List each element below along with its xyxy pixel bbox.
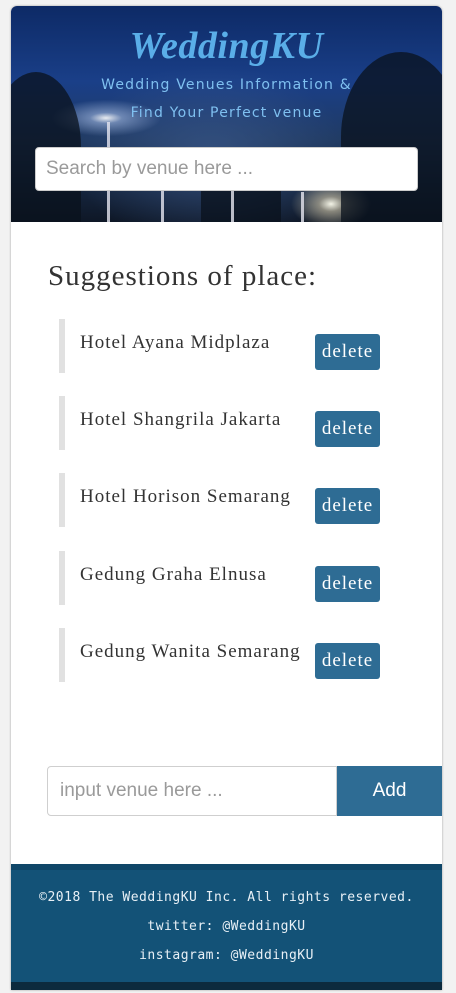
- venue-input[interactable]: [47, 766, 337, 816]
- copyright-text: ©2018 The WeddingKU Inc. All rights rese…: [39, 890, 414, 905]
- list-item: Hotel Horison Semarang delete: [59, 473, 389, 527]
- search-input[interactable]: [35, 147, 418, 191]
- twitter-handle: twitter: @WeddingKU: [147, 919, 306, 934]
- list-item: Hotel Ayana Midplaza delete: [59, 319, 389, 373]
- venue-name: Hotel Shangrila Jakarta: [80, 409, 282, 430]
- delete-button[interactable]: delete: [315, 411, 380, 447]
- list-item-accent-bar: [59, 473, 65, 527]
- instagram-handle: instagram: @WeddingKU: [139, 948, 314, 963]
- list-item-accent-bar: [59, 319, 65, 373]
- footer: ©2018 The WeddingKU Inc. All rights rese…: [11, 864, 442, 990]
- delete-button[interactable]: delete: [315, 488, 380, 524]
- delete-button[interactable]: delete: [315, 566, 380, 602]
- tagline-line2: Find Your Perfect venue: [130, 105, 323, 121]
- footer-bottom-strip: [11, 982, 442, 990]
- lamp-post: [301, 192, 304, 222]
- venue-name: Hotel Horison Semarang: [80, 486, 291, 507]
- venue-name: Hotel Ayana Midplaza: [80, 332, 271, 353]
- brand-logo: WeddingKU: [129, 25, 324, 67]
- list-item-accent-bar: [59, 551, 65, 605]
- list-item: Gedung Wanita Semarang delete: [59, 628, 389, 682]
- delete-button[interactable]: delete: [315, 334, 380, 370]
- add-button[interactable]: Add: [337, 766, 442, 816]
- list-item-accent-bar: [59, 396, 65, 450]
- suggestions-heading: Suggestions of place:: [48, 260, 318, 292]
- tagline-line1: Wedding Venues Information &: [101, 77, 352, 93]
- hero-banner: WeddingKU Wedding Venues Information & F…: [11, 6, 442, 222]
- list-item: Hotel Shangrila Jakarta delete: [59, 396, 389, 450]
- venue-name: Gedung Wanita Semarang: [80, 641, 301, 662]
- venue-name: Gedung Graha Elnusa: [80, 564, 267, 585]
- list-item-accent-bar: [59, 628, 65, 682]
- list-item: Gedung Graha Elnusa delete: [59, 551, 389, 605]
- app-card: WeddingKU Wedding Venues Information & F…: [11, 6, 442, 990]
- delete-button[interactable]: delete: [315, 643, 380, 679]
